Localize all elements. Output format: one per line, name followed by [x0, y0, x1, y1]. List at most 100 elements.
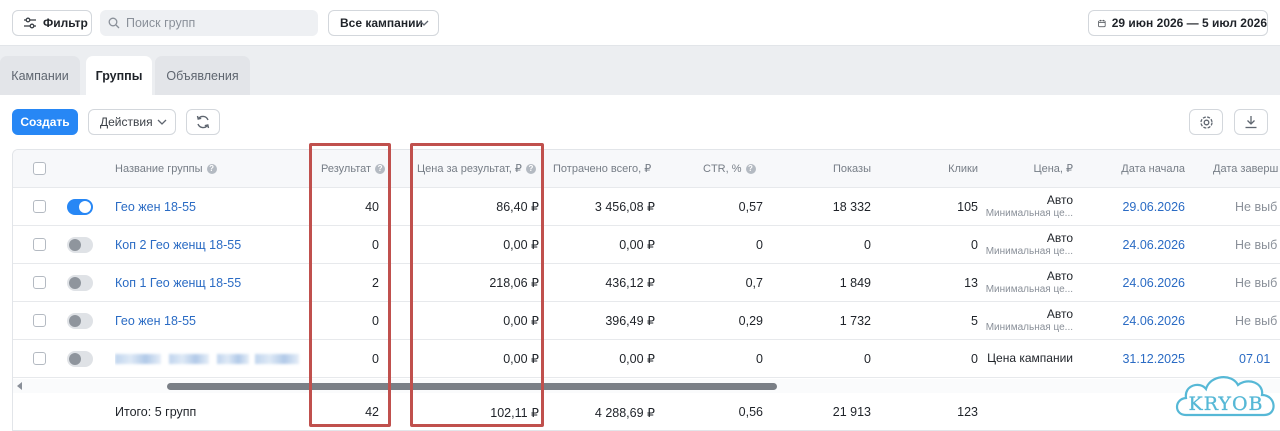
header-start-date[interactable]: Дата начала: [1093, 150, 1185, 187]
help-icon[interactable]: ?: [206, 163, 217, 174]
groups-panel: Создать Действия Название группы? Резуль…: [0, 95, 1280, 431]
search-input[interactable]: [126, 16, 306, 30]
row-checkbox[interactable]: [33, 276, 46, 289]
top-toolbar: Фильтр Все кампании 29 июн 2026 — 5 июл …: [0, 0, 1280, 46]
tab-ads[interactable]: Объявления: [155, 56, 250, 96]
campaigns-select-label: Все кампании: [340, 16, 423, 30]
refresh-button[interactable]: [186, 109, 220, 135]
shows-cell: 1 849: [839, 275, 871, 290]
download-icon: [1245, 116, 1257, 129]
header-shows[interactable]: Показы: [793, 150, 871, 187]
table-row[interactable]: Коп 1 Гео женщ 18-55 2 218,06 ₽ 436,12 ₽…: [13, 264, 1280, 302]
gear-icon: [1199, 115, 1213, 129]
ctr-cell: 0: [756, 351, 763, 366]
group-name-link[interactable]: Гео жен 18-55: [115, 200, 196, 214]
campaigns-select[interactable]: Все кампании: [328, 10, 439, 36]
download-button[interactable]: [1234, 109, 1268, 135]
end-date-cell[interactable]: Не выб: [1235, 276, 1277, 290]
price-cell: Авто Минимальная це...: [985, 230, 1073, 257]
scroll-left-arrow-icon[interactable]: [17, 382, 22, 390]
price-per-result-cell: 86,40 ₽: [496, 200, 539, 214]
total-clicks: 123: [957, 405, 978, 419]
watermark-text: KRYOB: [1189, 393, 1264, 415]
help-icon[interactable]: ?: [525, 163, 536, 174]
ctr-cell: 0,29: [738, 313, 763, 328]
help-icon[interactable]: ?: [745, 163, 756, 174]
price-cell: Авто Минимальная це...: [985, 192, 1073, 219]
header-price[interactable]: Цена, ₽: [989, 150, 1073, 187]
row-checkbox[interactable]: [33, 200, 46, 213]
result-cell: 40: [365, 199, 379, 214]
watermark-logo: KRYOB: [1175, 376, 1275, 417]
select-all-checkbox[interactable]: [33, 162, 46, 175]
price-per-result-cell: 0,00 ₽: [503, 314, 539, 328]
end-date-cell[interactable]: Не выб: [1235, 314, 1277, 328]
clicks-cell: 0: [971, 351, 978, 366]
row-checkbox[interactable]: [33, 314, 46, 327]
select-all-cell: [33, 150, 46, 187]
refresh-icon: [196, 115, 210, 129]
header-price-per-result[interactable]: Цена за результат, ₽?: [417, 150, 547, 187]
table-row[interactable]: 0 0,00 ₽ 0,00 ₽ 0 0 0 Цена кампании 31.1…: [13, 340, 1280, 378]
table-row[interactable]: Гео жен 18-55 40 86,40 ₽ 3 456,08 ₽ 0,57…: [13, 188, 1280, 226]
header-spent[interactable]: Потрачено всего, ₽: [553, 150, 657, 187]
search-box: [100, 10, 318, 36]
header-clicks[interactable]: Клики: [903, 150, 978, 187]
row-checkbox[interactable]: [33, 352, 46, 365]
total-ctr: 0,56: [738, 405, 763, 419]
start-date-link[interactable]: 29.06.2026: [1122, 200, 1185, 214]
group-status-toggle[interactable]: [67, 350, 93, 367]
date-range-picker[interactable]: 29 июн 2026 — 5 июл 2026: [1088, 10, 1268, 36]
actions-select[interactable]: Действия: [88, 109, 176, 135]
spent-cell: 396,49 ₽: [605, 314, 655, 328]
shows-cell: 1 732: [839, 313, 871, 328]
shows-cell: 0: [864, 237, 871, 252]
tab-campaigns[interactable]: Кампании: [0, 56, 80, 96]
table-row[interactable]: Гео жен 18-55 0 0,00 ₽ 396,49 ₽ 0,29 1 7…: [13, 302, 1280, 340]
table-settings-button[interactable]: [1189, 109, 1223, 135]
group-status-toggle[interactable]: [67, 312, 93, 329]
groups-table: Название группы? Результат? Цена за резу…: [12, 149, 1280, 431]
filter-button[interactable]: Фильтр: [12, 10, 92, 36]
calendar-icon: [1098, 19, 1106, 27]
group-name-link[interactable]: Коп 1 Гео женщ 18-55: [115, 276, 241, 290]
total-shows: 21 913: [832, 405, 871, 419]
search-icon: [108, 17, 120, 29]
table-total-row: Итого: 5 групп 42 102,11 ₽ 4 288,69 ₽ 0,…: [13, 393, 1280, 430]
group-name-link[interactable]: Гео жен 18-55: [115, 314, 196, 328]
total-label: Итого: 5 групп: [115, 405, 197, 419]
header-ctr[interactable]: CTR, %?: [703, 150, 767, 187]
scrollbar-thumb[interactable]: [167, 383, 777, 390]
end-date-cell[interactable]: Не выб: [1235, 238, 1277, 252]
start-date-link[interactable]: 24.06.2026: [1122, 276, 1185, 290]
group-name-link[interactable]: Коп 2 Гео женщ 18-55: [115, 238, 241, 252]
group-status-toggle[interactable]: [67, 274, 93, 291]
total-spent: 4 288,69 ₽: [594, 405, 655, 420]
spent-cell: 0,00 ₽: [619, 238, 655, 252]
table-row[interactable]: Коп 2 Гео женщ 18-55 0 0,00 ₽ 0,00 ₽ 0 0…: [13, 226, 1280, 264]
help-icon[interactable]: ?: [375, 163, 386, 174]
chevron-down-icon: [157, 119, 167, 125]
header-name[interactable]: Название группы?: [115, 150, 305, 187]
start-date-link[interactable]: 24.06.2026: [1122, 314, 1185, 328]
tab-groups[interactable]: Группы: [86, 56, 152, 96]
ctr-cell: 0,57: [738, 199, 763, 214]
row-checkbox[interactable]: [33, 238, 46, 251]
price-cell: Цена кампании: [987, 351, 1073, 365]
end-date-cell[interactable]: Не выб: [1235, 200, 1277, 214]
group-name-redacted[interactable]: [115, 340, 315, 377]
start-date-link[interactable]: 24.06.2026: [1122, 238, 1185, 252]
price-cell: Авто Минимальная це...: [985, 306, 1073, 333]
date-range-label: 29 июн 2026 — 5 июл 2026: [1111, 16, 1267, 30]
header-end-date[interactable]: Дата заверш: [1213, 150, 1280, 187]
clicks-cell: 13: [964, 275, 978, 290]
ctr-cell: 0,7: [745, 275, 763, 290]
create-button[interactable]: Создать: [12, 109, 78, 135]
spent-cell: 0,00 ₽: [619, 352, 655, 366]
horizontal-scrollbar[interactable]: [13, 379, 1280, 393]
total-price-per-result: 102,11 ₽: [490, 405, 539, 420]
group-status-toggle[interactable]: [67, 236, 93, 253]
group-status-toggle[interactable]: [67, 198, 93, 215]
header-result[interactable]: Результат?: [321, 150, 391, 187]
actions-select-label: Действия: [100, 115, 153, 129]
